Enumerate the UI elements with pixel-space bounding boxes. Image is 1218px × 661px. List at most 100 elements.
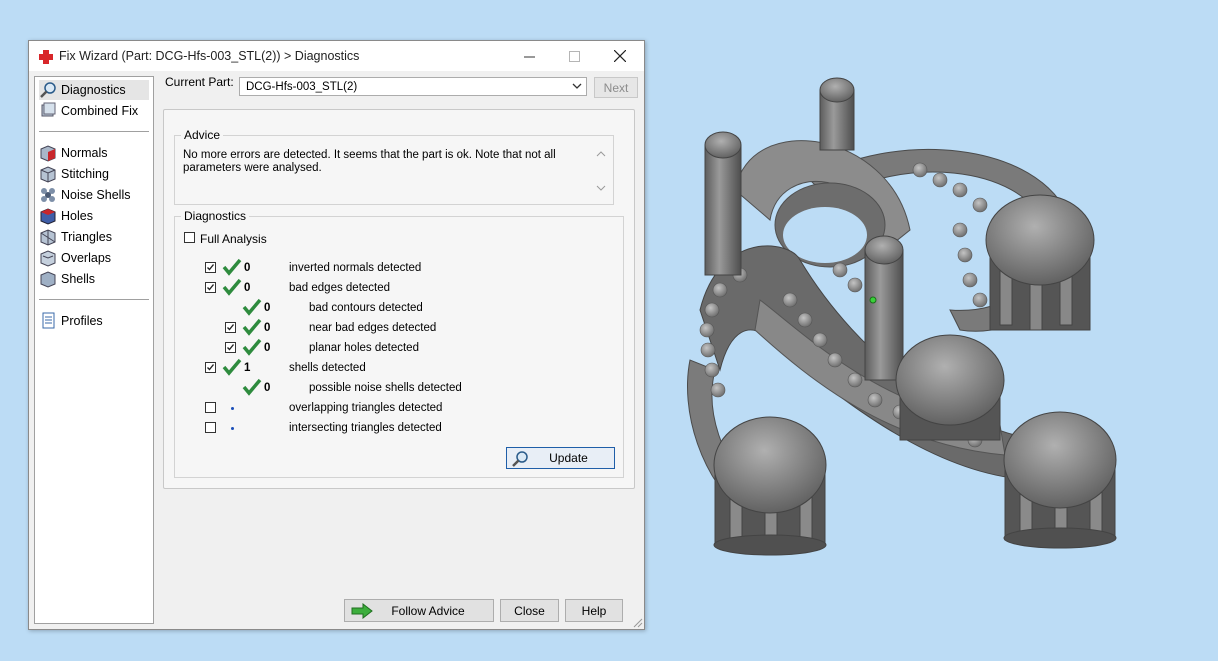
sidebar-item-label: Combined Fix xyxy=(61,104,139,118)
combined-fix-icon xyxy=(41,102,56,117)
checkmark-icon xyxy=(207,364,215,371)
near-bad-edges-count: 0 xyxy=(264,322,271,334)
minimize-icon xyxy=(523,56,535,57)
sidebar-item-diagnostics[interactable]: Diagnostics xyxy=(39,80,149,100)
sidebar-item-holes[interactable]: Holes xyxy=(39,206,93,226)
close-icon xyxy=(614,50,626,62)
update-label: Update xyxy=(549,451,588,465)
checkmark-icon xyxy=(207,284,215,291)
sidebar-item-label: Overlaps xyxy=(61,251,112,265)
red-cross-icon xyxy=(39,50,53,64)
resize-grip-icon[interactable] xyxy=(633,618,643,628)
green-check-icon xyxy=(242,338,262,356)
current-part-value: DCG-Hfs-003_STL(2) xyxy=(246,81,358,93)
overlaps-cube-icon xyxy=(40,250,56,267)
bad-contours-count: 0 xyxy=(264,302,271,314)
inverted-normals-checkbox[interactable] xyxy=(205,262,216,273)
green-check-icon xyxy=(222,278,242,296)
sidebar-item-stitching[interactable]: Stitching xyxy=(39,164,109,184)
sidebar-item-label: Triangles xyxy=(61,230,112,244)
sidebar-item-label: Normals xyxy=(61,146,108,160)
triangles-cube-icon xyxy=(40,229,56,246)
advice-text: No more errors are detected. It seems th… xyxy=(183,149,556,174)
intersecting-triangles-checkbox[interactable] xyxy=(205,422,216,433)
normals-cube-icon xyxy=(40,145,56,162)
inverted-normals-label: inverted normals detected xyxy=(289,262,422,274)
sidebar-item-normals[interactable]: Normals xyxy=(39,143,108,163)
sidebar-item-label: Shells xyxy=(61,272,96,286)
planar-holes-count: 0 xyxy=(264,342,271,354)
sidebar-item-label: Holes xyxy=(61,209,93,223)
help-button[interactable]: Help xyxy=(565,599,623,622)
current-part-select[interactable]: DCG-Hfs-003_STL(2) xyxy=(239,77,587,96)
intersecting-triangles-label: intersecting triangles detected xyxy=(289,422,442,434)
sidebar-item-triangles[interactable]: Triangles xyxy=(39,227,112,247)
shells-label: shells detected xyxy=(289,362,366,374)
stitching-cube-icon xyxy=(40,166,56,183)
chevron-down-icon xyxy=(572,83,582,89)
planar-holes-checkbox[interactable] xyxy=(225,342,236,353)
shells-checkbox[interactable] xyxy=(205,362,216,373)
magnifier-icon xyxy=(40,82,56,98)
noise-shells-icon xyxy=(41,188,55,202)
sidebar-item-label: Noise Shells xyxy=(61,188,131,202)
diagnostics-legend: Diagnostics xyxy=(181,209,250,223)
green-check-icon xyxy=(242,318,262,336)
checkmark-icon xyxy=(207,264,215,271)
3d-viewport[interactable] xyxy=(660,60,1180,580)
maximize-icon xyxy=(568,50,580,62)
checkmark-icon xyxy=(227,324,235,331)
advice-legend: Advice xyxy=(181,128,224,142)
update-button[interactable]: Update xyxy=(506,447,615,469)
green-check-icon xyxy=(222,258,242,276)
sidebar-item-noise-shells[interactable]: Noise Shells xyxy=(39,185,130,205)
current-part-label: Current Part: xyxy=(165,75,234,89)
maximize-button[interactable] xyxy=(551,41,597,71)
window-title: Fix Wizard (Part: DCG-Hfs-003_STL(2)) > … xyxy=(59,49,360,63)
noise-shells-label: possible noise shells detected xyxy=(309,382,462,394)
sidebar-item-label: Profiles xyxy=(61,314,103,328)
minimize-button[interactable] xyxy=(506,41,552,71)
shells-cube-icon xyxy=(40,271,56,288)
follow-advice-label: Follow Advice xyxy=(391,603,465,618)
close-button[interactable]: Close xyxy=(500,599,559,622)
advice-group: Advice No more errors are detected. It s… xyxy=(174,128,614,205)
overlapping-triangles-checkbox[interactable] xyxy=(205,402,216,413)
bad-contours-label: bad contours detected xyxy=(309,302,423,314)
pending-dot-icon xyxy=(231,407,234,410)
sidebar-divider xyxy=(39,131,149,132)
close-window-button[interactable] xyxy=(597,41,643,71)
green-check-icon xyxy=(242,298,262,316)
shells-count: 1 xyxy=(244,362,251,374)
pending-dot-icon xyxy=(231,427,234,430)
green-check-icon xyxy=(222,358,242,376)
title-bar[interactable]: Fix Wizard (Part: DCG-Hfs-003_STL(2)) > … xyxy=(29,41,644,71)
sidebar-item-profiles[interactable]: Profiles xyxy=(39,311,103,331)
sidebar-divider xyxy=(39,299,149,300)
full-analysis-label: Full Analysis xyxy=(200,232,267,246)
next-button[interactable]: Next xyxy=(594,77,638,98)
inverted-normals-count: 0 xyxy=(244,262,251,274)
planar-holes-label: planar holes detected xyxy=(309,342,419,354)
green-check-icon xyxy=(242,378,262,396)
sidebar-item-label: Diagnostics xyxy=(61,83,126,97)
sidebar-item-overlaps[interactable]: Overlaps xyxy=(39,248,111,268)
bad-edges-count: 0 xyxy=(244,282,251,294)
advice-scrollbar[interactable] xyxy=(594,148,608,194)
sidebar-item-combined-fix[interactable]: Combined Fix xyxy=(39,101,138,121)
checkmark-icon xyxy=(227,344,235,351)
selection-marker xyxy=(869,296,877,304)
follow-advice-button[interactable]: Follow Advice xyxy=(344,599,494,622)
document-icon xyxy=(42,312,55,329)
sidebar: Diagnostics Combined Fix Normals Stitchi… xyxy=(34,76,154,624)
part-model xyxy=(687,77,1117,556)
near-bad-edges-checkbox[interactable] xyxy=(225,322,236,333)
bad-edges-checkbox[interactable] xyxy=(205,282,216,293)
full-analysis-checkbox[interactable] xyxy=(184,232,195,243)
fix-wizard-dialog: Fix Wizard (Part: DCG-Hfs-003_STL(2)) > … xyxy=(28,40,645,630)
noise-shells-count: 0 xyxy=(264,382,271,394)
overlapping-triangles-label: overlapping triangles detected xyxy=(289,402,443,414)
holes-cube-icon xyxy=(40,208,56,225)
sidebar-item-label: Stitching xyxy=(61,167,109,181)
sidebar-item-shells[interactable]: Shells xyxy=(39,269,95,289)
